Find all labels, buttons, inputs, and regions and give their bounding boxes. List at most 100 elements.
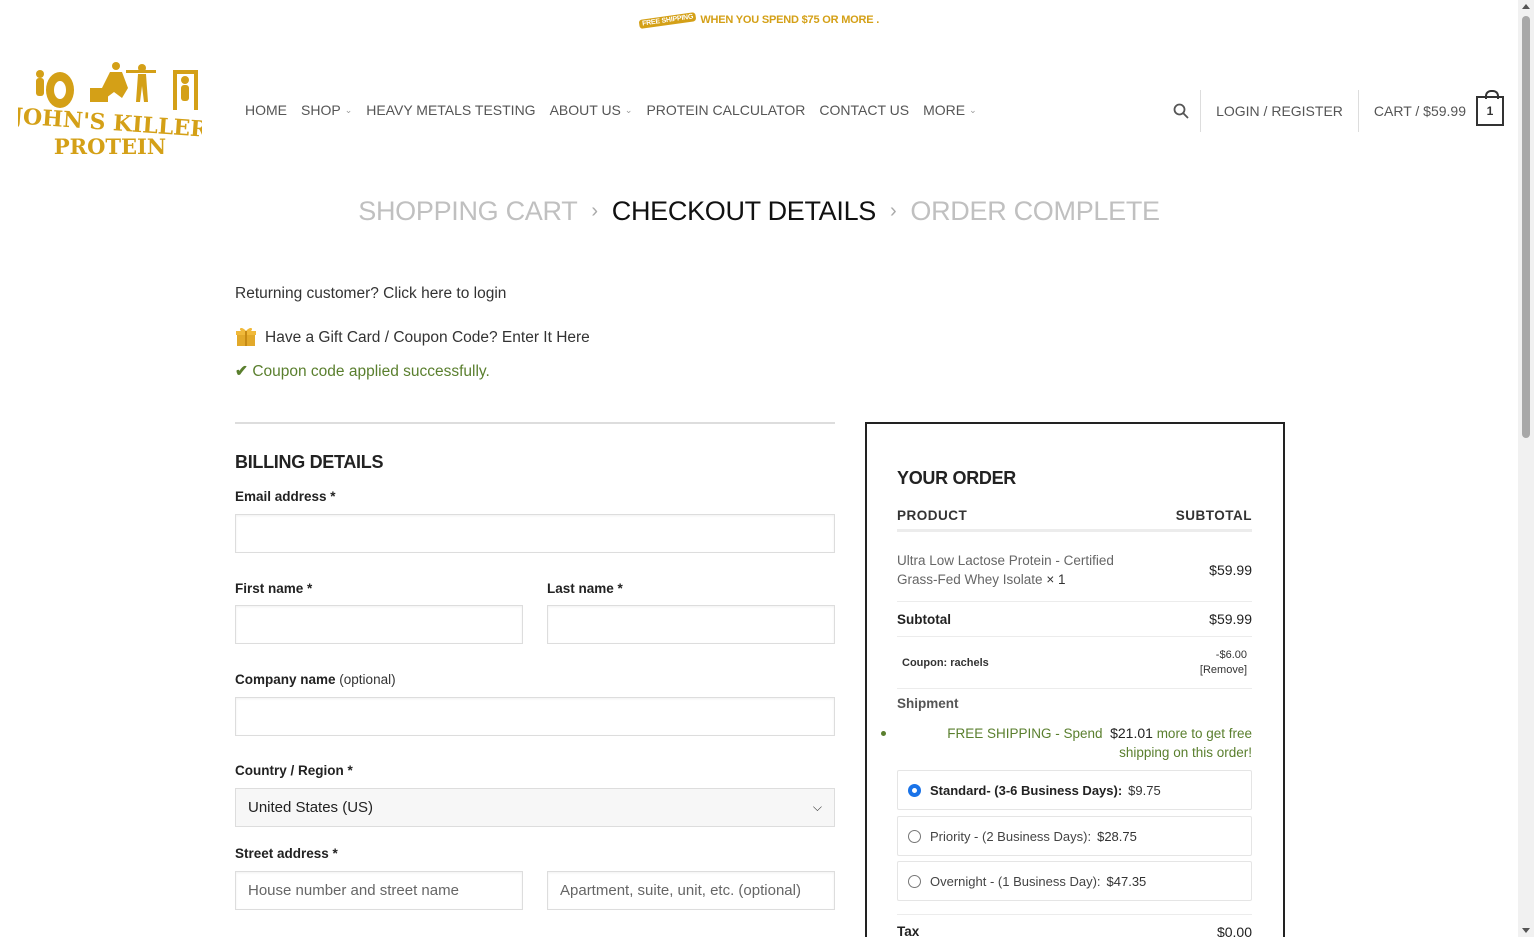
tax-value: $0.00	[1216, 923, 1252, 937]
first-name-field[interactable]	[235, 605, 523, 644]
shipping-option-standard[interactable]: Standard- (3-6 Business Days): $9.75	[897, 770, 1252, 810]
shipping-option-label: Standard- (3-6 Business Days):	[930, 782, 1123, 798]
radio-unselected[interactable]	[908, 829, 921, 843]
company-field[interactable]	[235, 697, 835, 736]
nav-home[interactable]: HOME	[245, 102, 287, 118]
coupon-success-text: Coupon code applied successfully.	[252, 363, 490, 380]
shipping-option-priority[interactable]: Priority - (2 Business Days): $28.75	[897, 816, 1252, 856]
product-name-line1: Ultra Low Lactose Protein - Certified	[897, 552, 1114, 568]
shipping-option-price: $28.75	[1097, 828, 1137, 844]
subtotal-row: Subtotal $59.99	[897, 602, 1252, 637]
radio-selected[interactable]	[908, 783, 921, 797]
nav-contact-label: CONTACT US	[819, 102, 910, 118]
coupon-success-message: ✔ Coupon code applied successfully.	[235, 362, 490, 381]
radio-unselected[interactable]	[908, 874, 921, 888]
coupon-amount: -$6.00 [Remove]	[1200, 648, 1252, 678]
remove-coupon-link[interactable]: [Remove]	[1200, 663, 1247, 678]
nav-home-label: HOME	[245, 102, 287, 118]
chevron-down-icon: ⌄	[624, 104, 633, 115]
logo-line2: PROTEIN	[54, 134, 166, 159]
promo-banner: FREE SHIPPING WHEN YOU SPEND $75 OR MORE …	[0, 11, 1518, 29]
shipping-option-label: Priority - (2 Business Days):	[930, 828, 1092, 844]
tax-label: Tax	[897, 924, 920, 937]
step-shopping-cart[interactable]: SHOPPING CART	[358, 196, 577, 226]
chevron-down-icon: ⌄	[969, 104, 977, 115]
tax-row: Tax $0.00	[897, 914, 1252, 937]
login-register-link[interactable]: LOGIN / REGISTER	[1201, 90, 1359, 132]
nav-calculator-label: PROTEIN CALCULATOR	[646, 102, 806, 118]
email-label: Email address *	[235, 489, 336, 504]
nav-heavy-metals-testing[interactable]: HEAVY METALS TESTING	[366, 102, 535, 118]
apartment-field[interactable]	[547, 871, 835, 910]
order-table-header: PRODUCT SUBTOTAL	[897, 508, 1252, 532]
nav-heavy-metals-label: HEAVY METALS TESTING	[366, 102, 536, 118]
freeship-amount: $21.01	[1110, 725, 1153, 741]
product-price: $59.99	[1209, 561, 1252, 578]
scroll-up-icon[interactable]	[1522, 4, 1530, 9]
nav-contact-us[interactable]: CONTACT US	[819, 102, 909, 118]
email-field[interactable]	[235, 514, 835, 553]
checkmark-icon: ✔	[235, 363, 248, 380]
nav-about-us[interactable]: ABOUT US ⌄	[550, 102, 633, 118]
scrollbar-thumb[interactable]	[1522, 16, 1530, 438]
col-subtotal: SUBTOTAL	[1175, 508, 1252, 523]
country-select[interactable]: United States (US) ⌵	[235, 788, 835, 827]
shipping-option-price: $47.35	[1106, 873, 1147, 889]
cart-count: 1	[1486, 104, 1494, 118]
country-value: United States (US)	[248, 799, 374, 816]
freeship-prefix: FREE SHIPPING - Spend	[947, 726, 1103, 741]
checkout-steps: SHOPPING CART › CHECKOUT DETAILS › ORDER COM…	[0, 196, 1518, 227]
last-name-label: Last name *	[547, 581, 623, 596]
subtotal-value: $59.99	[1209, 611, 1252, 627]
order-summary: YOUR ORDER PRODUCT SUBTOTAL Ultra Low La…	[865, 422, 1285, 937]
subtotal-label: Subtotal	[897, 611, 951, 627]
nav-shop-label: SHOP	[301, 102, 341, 118]
country-label: Country / Region *	[235, 763, 353, 778]
divider	[235, 422, 835, 424]
last-name-field[interactable]	[547, 605, 835, 644]
page-scrollbar[interactable]	[1518, 0, 1534, 937]
shipment-label: Shipment	[897, 696, 959, 711]
nav-protein-calculator[interactable]: PROTEIN CALCULATOR	[646, 102, 805, 118]
bullet-icon	[881, 731, 886, 736]
returning-customer-link[interactable]: Returning customer? Click here to login	[235, 285, 506, 303]
cart-bag-icon: 1	[1476, 90, 1504, 126]
header-actions: LOGIN / REGISTER CART / $59.99 1	[1161, 90, 1504, 132]
coupon-toggle[interactable]: Have a Gift Card / Coupon Code? Enter It…	[235, 325, 590, 347]
free-shipping-notice: FREE SHIPPING - Spend $21.01 more to get…	[947, 724, 1252, 762]
search-button[interactable]	[1161, 90, 1202, 132]
product-qty: × 1	[1046, 571, 1066, 587]
scroll-down-icon[interactable]	[1522, 928, 1530, 933]
chevron-down-icon: ⌵	[812, 800, 822, 814]
col-product: PRODUCT	[897, 508, 968, 523]
chevron-down-icon: ⌄	[344, 104, 353, 115]
nav-more[interactable]: MORE ⌄	[923, 102, 977, 118]
nav-more-label: MORE	[923, 102, 966, 118]
optional-text: (optional)	[339, 672, 396, 687]
chevron-right-icon: ›	[890, 200, 897, 222]
cart-link[interactable]: CART / $59.99 1	[1359, 90, 1504, 126]
street-address-field[interactable]	[235, 871, 523, 910]
gift-icon	[236, 327, 256, 346]
nav-about-label: ABOUT US	[549, 102, 621, 118]
chevron-right-icon: ›	[591, 200, 598, 222]
coupon-label: Coupon: rachels	[902, 656, 989, 669]
cart-total: CART / $59.99	[1373, 103, 1466, 119]
company-label-text: Company name	[235, 672, 336, 687]
promo-text: WHEN YOU SPEND $75 OR MORE .	[700, 14, 880, 26]
shipping-option-label: Overnight - (1 Business Day):	[930, 873, 1101, 889]
street-label: Street address *	[235, 846, 338, 861]
freeship-suffix1: more to get free	[1156, 726, 1252, 741]
site-logo[interactable]: JOHN'S KILLER PROTEIN	[10, 58, 210, 162]
company-label: Company name (optional)	[235, 672, 396, 687]
shipping-option-overnight[interactable]: Overnight - (1 Business Day): $47.35	[897, 861, 1252, 901]
shipping-option-price: $9.75	[1128, 782, 1161, 798]
coupon-value: -$6.00	[1215, 648, 1247, 661]
free-shipping-badge: FREE SHIPPING	[638, 11, 697, 29]
step-checkout-details[interactable]: CHECKOUT DETAILS	[612, 196, 877, 226]
coupon-row: Coupon: rachels -$6.00 [Remove]	[897, 637, 1252, 689]
nav-shop[interactable]: SHOP ⌄	[301, 102, 352, 118]
first-name-label: First name *	[235, 581, 313, 596]
billing-title: BILLING DETAILS	[235, 452, 384, 472]
main-nav: HOME SHOP ⌄ HEAVY METALS TESTING ABOUT US…	[245, 102, 977, 118]
